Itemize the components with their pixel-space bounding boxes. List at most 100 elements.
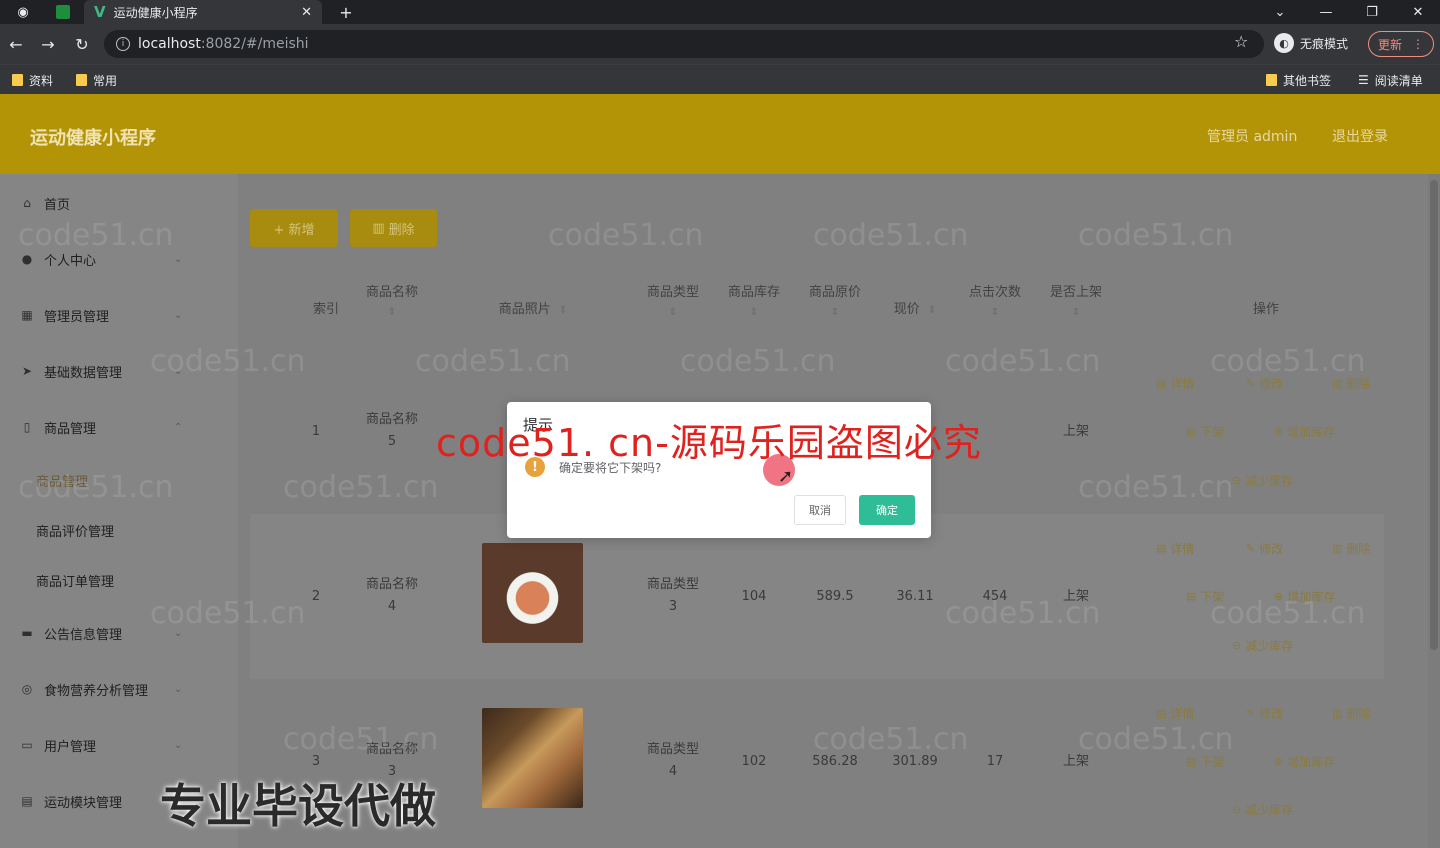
cell-orig-price: 586.28: [812, 754, 858, 769]
tab-search-icon[interactable]: ⌄: [1260, 0, 1300, 24]
row-delete-button[interactable]: ▥ 删除: [1332, 375, 1370, 392]
url-input[interactable]: i localhost :8082/#/meishi: [104, 30, 1264, 58]
detail-button[interactable]: ▤ 详情: [1156, 705, 1194, 722]
folder-icon: [1266, 74, 1277, 86]
col-header-label: 是否上架: [1049, 285, 1102, 300]
detail-button[interactable]: ▤ 详情: [1156, 375, 1194, 392]
row-delete-button[interactable]: ▥ 删除: [1332, 540, 1370, 557]
sidebar-item-profile[interactable]: ● 个人中心 ⌄: [0, 239, 238, 279]
cell-name: 商品名称 5: [356, 409, 428, 453]
app-title: 运动健康小程序: [30, 128, 156, 149]
sort-icon[interactable]: ⇕: [798, 306, 872, 320]
chevron-down-icon: ⌄: [174, 365, 183, 377]
sort-icon[interactable]: ⇕: [1040, 306, 1112, 320]
incognito-indicator[interactable]: ◐ 无痕模式: [1274, 33, 1348, 53]
submenu-goods-comments[interactable]: 商品评价管理: [0, 510, 238, 550]
sidebar-item-label: 食物营养分析管理: [44, 683, 149, 699]
bookmark-folder-1[interactable]: 资料: [12, 70, 53, 90]
forward-icon[interactable]: →: [36, 32, 60, 56]
sort-icon[interactable]: ⇕: [718, 306, 790, 320]
submenu-goods-orders[interactable]: 商品订单管理: [0, 560, 238, 600]
info-icon[interactable]: i: [116, 37, 130, 51]
col-header-orig-price[interactable]: 商品原价 ⇕: [798, 280, 872, 320]
detail-button[interactable]: ▤ 详情: [1156, 540, 1194, 557]
cell-onshelf: 上架: [1062, 754, 1089, 769]
home-icon: ⌂: [23, 196, 31, 210]
user-icon: ●: [21, 252, 33, 266]
other-bookmarks[interactable]: 其他书签: [1266, 70, 1331, 90]
reload-icon[interactable]: ↻: [70, 32, 94, 56]
edit-button[interactable]: ✎ 修改: [1246, 375, 1283, 392]
sidebar-item-label: 公告信息管理: [44, 627, 123, 643]
product-image[interactable]: [482, 543, 583, 643]
reduce-stock-button[interactable]: ⊖ 减少库存: [1232, 637, 1293, 654]
edit-button[interactable]: ✎ 修改: [1246, 705, 1283, 722]
col-header-clicks[interactable]: 点击次数 ⇕: [958, 280, 1032, 320]
add-stock-button[interactable]: ⊕ 增加库存: [1274, 423, 1335, 440]
chevron-down-icon: ⌄: [174, 309, 183, 321]
confirm-button[interactable]: 确定: [859, 495, 915, 525]
browser-tab-active[interactable]: V 运动健康小程序 ✕: [84, 0, 322, 24]
offshelf-button[interactable]: ▤ 下架: [1186, 753, 1224, 770]
update-label: 更新: [1377, 37, 1402, 52]
sidebar-item-basedata[interactable]: ➤ 基础数据管理 ⌄: [0, 351, 238, 391]
col-header-price[interactable]: 现价 ⇕: [880, 297, 950, 323]
offshelf-button[interactable]: ▤ 下架: [1186, 588, 1224, 605]
add-stock-button[interactable]: ⊕ 增加库存: [1274, 753, 1335, 770]
sidebar-item-users[interactable]: ▭ 用户管理 ⌄: [0, 725, 238, 765]
sort-icon[interactable]: ⇕: [559, 305, 567, 316]
add-button[interactable]: + 新增: [250, 209, 338, 247]
col-header-label: 商品原价: [808, 285, 861, 300]
submenu-goods[interactable]: 商品管理: [0, 460, 238, 500]
offshelf-button[interactable]: ▤ 下架: [1186, 423, 1224, 440]
new-tab-icon[interactable]: +: [334, 0, 358, 24]
vue-logo-icon: V: [94, 3, 106, 21]
cell-index: 1: [311, 424, 321, 439]
sort-icon[interactable]: ⇕: [928, 305, 936, 316]
col-header-name[interactable]: 商品名称 ⇕: [356, 280, 428, 320]
reduce-stock-button[interactable]: ⊖ 减少库存: [1232, 472, 1293, 489]
col-header-onshelf[interactable]: 是否上架 ⇕: [1040, 280, 1112, 320]
row-delete-button[interactable]: ▥ 删除: [1332, 705, 1370, 722]
sidebar-item-nutrition[interactable]: ◎ 食物营养分析管理 ⌄: [0, 669, 238, 709]
trash-icon: ▥: [1332, 542, 1343, 555]
bookmark-folder-2[interactable]: 常用: [76, 70, 117, 90]
reading-list[interactable]: ☰ 阅读清单: [1358, 70, 1423, 90]
op-label: 修改: [1259, 542, 1284, 556]
cell-clicks: 454: [982, 589, 1008, 604]
cell-type-line: 商品类型: [646, 577, 699, 592]
sort-icon[interactable]: ⇕: [636, 306, 710, 320]
scrollbar-thumb[interactable]: [1430, 180, 1438, 650]
edit-button[interactable]: ✎ 修改: [1246, 540, 1283, 557]
sort-icon[interactable]: ⇕: [958, 306, 1032, 320]
sidebar-item-home[interactable]: ⌂ 首页: [0, 183, 238, 223]
col-header-type[interactable]: 商品类型 ⇕: [636, 280, 710, 320]
cancel-button[interactable]: 取消: [794, 495, 846, 525]
sheet-tab-icon[interactable]: [44, 0, 82, 24]
sidebar-item-notices[interactable]: ▬ 公告信息管理 ⌄: [0, 613, 238, 653]
col-header-label: 索引: [312, 302, 339, 317]
sidebar-item-admins[interactable]: ▦ 管理员管理 ⌄: [0, 295, 238, 335]
url-path: :8082/#/meishi: [200, 36, 309, 52]
sort-icon[interactable]: ⇕: [356, 306, 428, 320]
add-stock-button[interactable]: ⊕ 增加库存: [1274, 588, 1335, 605]
product-image[interactable]: [482, 708, 583, 808]
col-header-stock[interactable]: 商品库存 ⇕: [718, 280, 790, 320]
restore-icon[interactable]: ❐: [1352, 0, 1392, 24]
logout-link[interactable]: 退出登录: [1332, 126, 1388, 146]
col-header-index[interactable]: 索引: [300, 297, 352, 323]
sidebar-item-goods[interactable]: ▯ 商品管理 ⌃: [0, 407, 238, 447]
close-tab-icon[interactable]: ✕: [301, 5, 312, 20]
update-button[interactable]: 更新 ⋮: [1368, 31, 1434, 57]
back-icon[interactable]: ←: [4, 32, 28, 56]
cell-index: 2: [311, 589, 321, 604]
col-header-photo[interactable]: 商品照片 ⇕: [478, 297, 588, 323]
browser-logo-icon[interactable]: ◉: [4, 0, 42, 24]
sidebar-item-label: 商品管理: [44, 421, 97, 437]
reduce-stock-button[interactable]: ⊖ 减少库存: [1232, 801, 1293, 818]
bookmark-star-icon[interactable]: ☆: [1234, 32, 1248, 51]
close-window-icon[interactable]: ✕: [1398, 0, 1438, 24]
minimize-icon[interactable]: —: [1306, 0, 1346, 24]
bottom-watermark: 专业毕设代做: [160, 779, 436, 833]
delete-button[interactable]: ▥ 删除: [350, 209, 437, 247]
